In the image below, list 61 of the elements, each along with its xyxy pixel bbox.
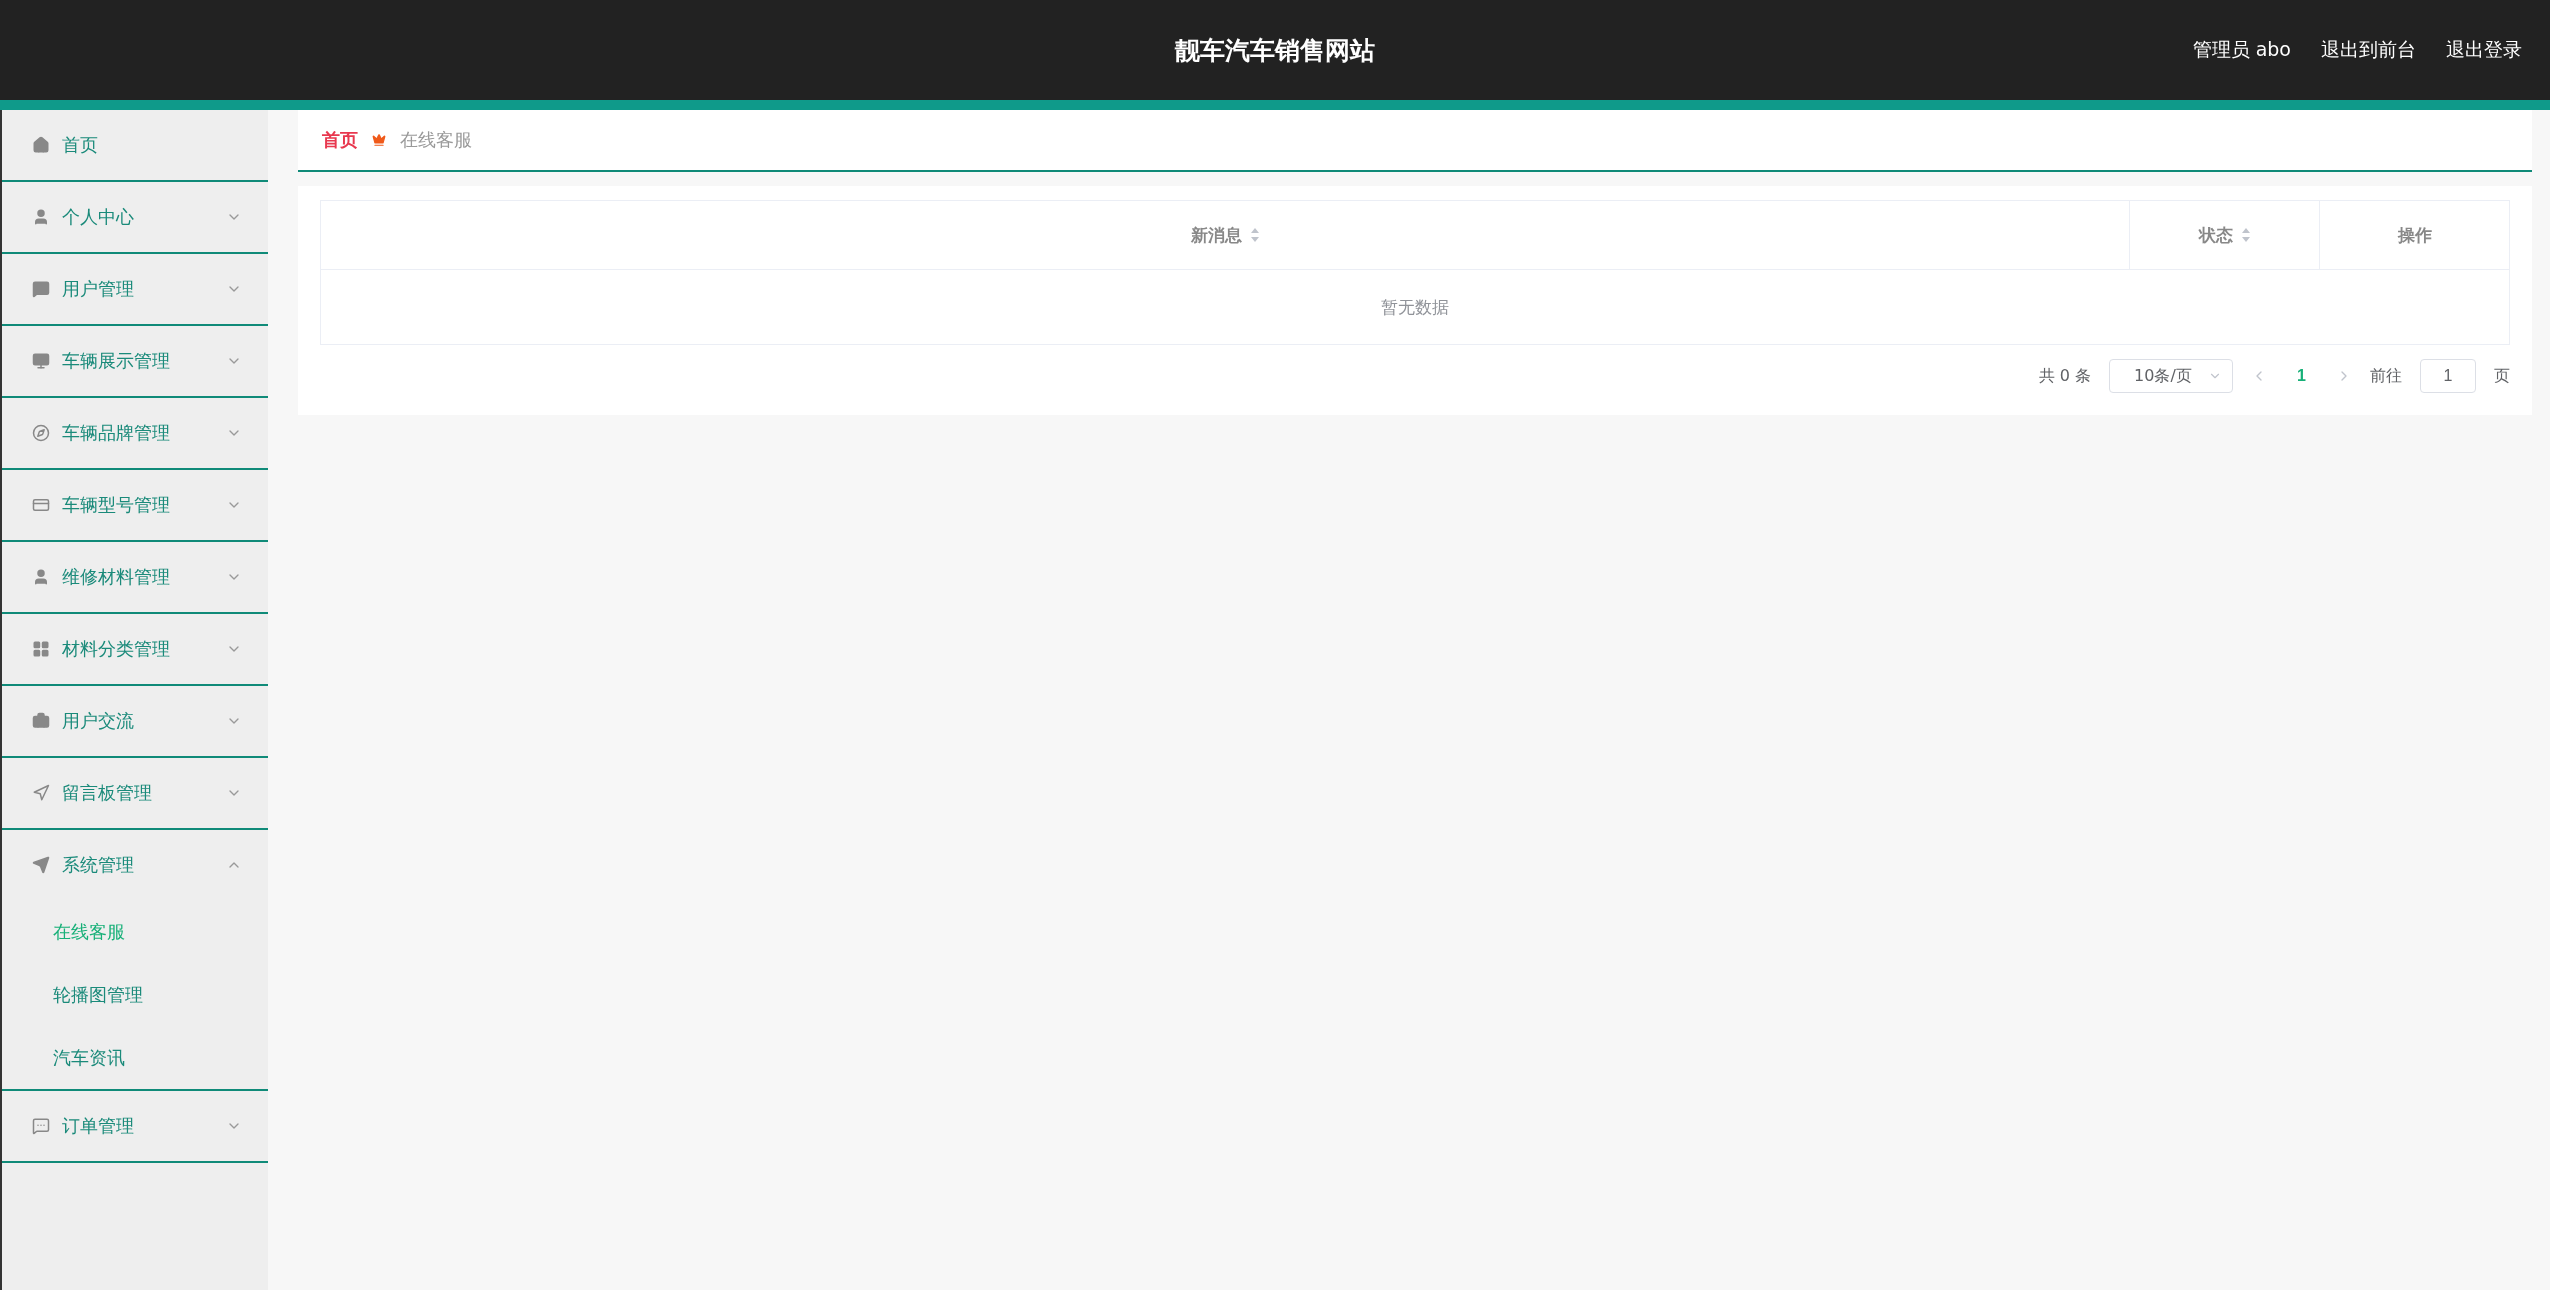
header-link[interactable]: 退出到前台: [2321, 37, 2416, 63]
sort-icon[interactable]: [2240, 227, 2251, 243]
menu-item[interactable]: 车辆展示管理: [2, 326, 268, 398]
menu-item[interactable]: 车辆品牌管理: [2, 398, 268, 470]
grid-icon: [32, 640, 50, 658]
submenu-item[interactable]: 轮播图管理: [2, 963, 268, 1026]
menu-item[interactable]: 维修材料管理: [2, 542, 268, 614]
column-header[interactable]: 状态: [2129, 201, 2319, 269]
header-link[interactable]: 管理员 abo: [2192, 37, 2291, 63]
monitor-icon: [32, 352, 50, 370]
page-input[interactable]: 1: [2420, 359, 2476, 393]
chat-icon: [32, 280, 50, 298]
menu-item[interactable]: 订单管理: [2, 1091, 268, 1163]
column-title: 状态: [2198, 223, 2233, 247]
breadcrumb-item[interactable]: 首页: [322, 128, 358, 152]
sort-icon[interactable]: [1249, 227, 1260, 243]
menu-label: 个人中心: [62, 205, 135, 229]
page-size-value: 10条/页: [2134, 365, 2192, 387]
user-icon: [32, 568, 50, 586]
compass-icon: [32, 424, 50, 442]
page-size-select[interactable]: 10条/页: [2109, 359, 2234, 393]
briefcase-icon: [32, 712, 50, 730]
crown-icon: [372, 133, 386, 147]
menu-label: 用户交流: [62, 709, 135, 733]
menu-label: 维修材料管理: [62, 565, 171, 589]
menu-label: 首页: [62, 133, 99, 157]
page-number[interactable]: 1: [2285, 367, 2318, 385]
total-count: 共 0 条: [2038, 365, 2092, 387]
message-icon: [32, 1117, 50, 1135]
menu-label: 车辆品牌管理: [62, 421, 171, 445]
menu-item[interactable]: 车辆型号管理: [2, 470, 268, 542]
menu-item[interactable]: 个人中心: [2, 182, 268, 254]
menu-label: 车辆型号管理: [62, 493, 171, 517]
menu-label: 系统管理: [62, 853, 135, 877]
home-icon: [32, 136, 50, 154]
menu-label: 车辆展示管理: [62, 349, 171, 373]
menu-item[interactable]: 首页: [2, 110, 268, 182]
menu-item[interactable]: 用户管理: [2, 254, 268, 326]
card-icon: [32, 496, 50, 514]
page-suffix: 页: [2494, 365, 2510, 387]
goto-label: 前往: [2370, 365, 2402, 387]
submenu-item[interactable]: 在线客服: [2, 900, 268, 963]
site-title: 靓车汽车销售网站: [1175, 34, 1375, 67]
menu-label: 用户管理: [62, 277, 135, 301]
menu-label: 订单管理: [62, 1114, 135, 1138]
navigation-icon: [32, 784, 50, 802]
menu-item[interactable]: 留言板管理: [2, 758, 268, 830]
column-header[interactable]: 新消息: [321, 201, 2129, 269]
menu-label: 留言板管理: [62, 781, 153, 805]
submenu-item[interactable]: 汽车资讯: [2, 1026, 268, 1089]
user-icon: [32, 208, 50, 226]
empty-message: 暂无数据: [1380, 295, 1450, 319]
breadcrumb-item: 在线客服: [400, 128, 472, 152]
send-icon: [32, 856, 50, 874]
header-link[interactable]: 退出登录: [2446, 37, 2522, 63]
menu-item[interactable]: 材料分类管理: [2, 614, 268, 686]
column-title: 新消息: [1190, 223, 1242, 247]
menu-item[interactable]: 系统管理: [2, 830, 268, 900]
column-title: 操作: [2397, 223, 2432, 247]
menu-item[interactable]: 用户交流: [2, 686, 268, 758]
menu-label: 材料分类管理: [62, 637, 171, 661]
